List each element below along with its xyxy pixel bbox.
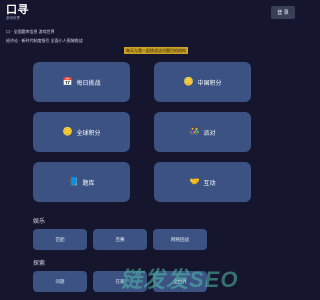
explore-item-home[interactable]: 在家 [93,271,147,292]
entertainment-item-teamwar[interactable]: 网络团战 [153,229,207,250]
card-label: 派对 [203,130,216,137]
logo-mark: 口寻 [6,4,29,16]
watermark-logo: 链发发SEO [120,267,239,292]
card-label: 中国积分 [197,80,222,87]
china-points-card[interactable]: 🪙 中国积分 [154,62,251,102]
site-logo[interactable]: 口寻 游戏世界 [6,4,29,21]
card-label: 每日挑战 [76,80,101,87]
entertainment-item-match[interactable]: 匹配 [33,229,87,250]
question-bank-card[interactable]: 📘 题库 [33,162,130,202]
party-card[interactable]: 👫 派对 [154,112,251,152]
explore-item-world[interactable]: 全世界 [153,271,207,292]
login-button[interactable]: 登 录 [271,6,295,19]
announcement-banner[interactable]: 每天与我一起挑战这份题目的结构 [124,47,188,54]
handshake-icon: 🤝 [189,177,200,186]
people-icon: 👫 [189,127,200,136]
info-line-2: 经济论 · 新时代制度指引 全面小人围城挑战 [6,38,83,43]
book-icon: 📘 [68,177,79,186]
card-label: 互动 [203,180,216,187]
card-label: 题库 [82,180,95,187]
card-label: 全球积分 [76,130,101,137]
daily-challenge-card[interactable]: 📅 每日挑战 [33,62,130,102]
calendar-icon: 📅 [62,77,73,86]
global-points-card[interactable]: 🪙 全球积分 [33,112,130,152]
coin-icon: 🪙 [62,127,73,136]
interaction-card[interactable]: 🤝 互动 [154,162,251,202]
logo-subtitle: 游戏世界 [6,16,20,20]
info-line-1: 口 · 全国题库信息 游戏世界 [6,29,55,34]
section-title-entertainment: 娱乐 [33,219,46,225]
explore-item-questions[interactable]: 问题 [33,271,87,292]
entertainment-item-contest[interactable]: 百赛 [93,229,147,250]
coin-icon: 🪙 [183,77,194,86]
section-title-explore: 探索 [33,261,46,267]
